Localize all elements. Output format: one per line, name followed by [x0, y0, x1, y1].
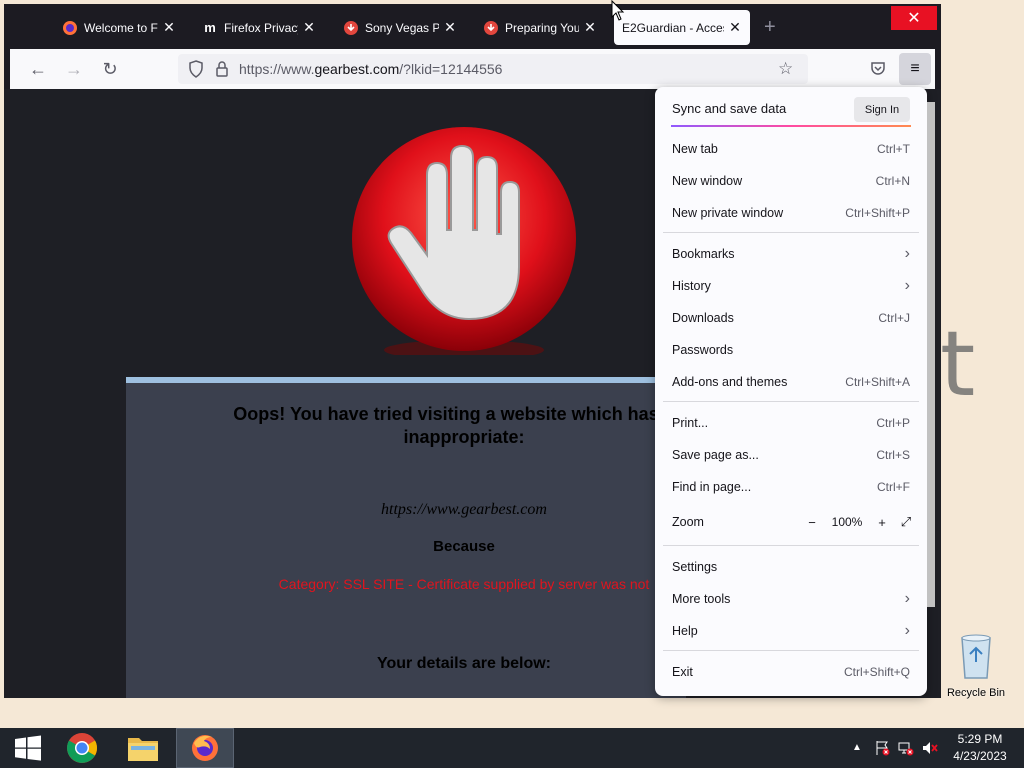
menu-new-window[interactable]: New window Ctrl+N: [655, 166, 927, 196]
clock-date: 4/23/2023: [953, 749, 1007, 763]
chevron-right-icon: ›: [904, 277, 910, 294]
tab-close-icon[interactable]: ✕: [302, 19, 316, 36]
desktop-wallpaper-fragment: t: [940, 312, 976, 417]
firefox-icon: [192, 735, 218, 761]
tray-expand-icon[interactable]: ▲: [852, 742, 862, 753]
network-icon[interactable]: [898, 740, 914, 759]
firefox-app-menu: Sync and save data Sign In New tab Ctrl+T…: [655, 87, 927, 696]
tab-close-icon[interactable]: ✕: [162, 19, 176, 36]
firefox-taskbar-button[interactable]: [176, 728, 234, 768]
shield-icon[interactable]: [188, 60, 204, 83]
tab-sony-vegas[interactable]: Sony Vegas Pro ✕: [335, 10, 465, 45]
menu-passwords[interactable]: Passwords: [655, 335, 927, 365]
menu-history[interactable]: History ›: [655, 271, 927, 301]
taskbar: ▲ 5:29 PM 4/23/2023: [0, 728, 1024, 768]
url-bar[interactable]: https://www.gearbest.com/?lkid=12144556 …: [178, 54, 808, 84]
system-clock[interactable]: 5:29 PM 4/23/2023: [945, 731, 1015, 765]
tab-welcome[interactable]: Welcome to Fire ✕: [54, 10, 184, 45]
forward-icon[interactable]: →: [62, 57, 86, 81]
menu-save-page[interactable]: Save page as... Ctrl+S: [655, 440, 927, 470]
clock-time: 5:29 PM: [957, 732, 1003, 746]
tab-bar: Welcome to Fire ✕ m Firefox Privacy N ✕ …: [4, 4, 941, 49]
menu-more-tools[interactable]: More tools ›: [655, 584, 927, 614]
action-center-flag-icon[interactable]: [874, 740, 890, 759]
pocket-icon[interactable]: [870, 60, 886, 81]
tab-title: Welcome to Fire: [84, 20, 158, 35]
menu-separator: [663, 650, 919, 651]
tab-preparing[interactable]: Preparing Your D ✕: [475, 10, 605, 45]
volume-muted-icon[interactable]: [922, 740, 938, 759]
menu-new-tab[interactable]: New tab Ctrl+T: [655, 134, 927, 164]
tab-close-icon[interactable]: ✕: [583, 19, 597, 36]
menu-exit[interactable]: Exit Ctrl+Shift+Q: [655, 657, 927, 687]
download-icon: [483, 20, 499, 36]
menu-print[interactable]: Print... Ctrl+P: [655, 408, 927, 438]
recycle-bin-label: Recycle Bin: [946, 687, 1006, 699]
sync-gradient-divider: [671, 125, 911, 127]
windows-logo-icon: [15, 735, 41, 761]
menu-separator: [663, 545, 919, 546]
menu-settings[interactable]: Settings: [655, 552, 927, 582]
menu-bookmarks[interactable]: Bookmarks ›: [655, 239, 927, 269]
zoom-controls: − 100% + ⤢: [803, 507, 915, 537]
start-button[interactable]: [0, 728, 56, 768]
menu-addons-themes[interactable]: Add-ons and themes Ctrl+Shift+A: [655, 367, 927, 397]
tab-title: E2Guardian - Acces: [622, 20, 724, 35]
zoom-level[interactable]: 100%: [827, 515, 867, 529]
zoom-out-button[interactable]: −: [803, 513, 821, 531]
recycle-bin-shortcut[interactable]: Recycle Bin: [942, 632, 1010, 699]
tab-e2guardian[interactable]: E2Guardian - Acces ✕: [614, 10, 750, 45]
back-icon[interactable]: ←: [26, 57, 50, 81]
menu-separator: [663, 232, 919, 233]
firefox-icon: [62, 20, 78, 36]
chevron-right-icon: ›: [904, 622, 910, 639]
folder-icon: [128, 738, 158, 761]
menu-zoom: Zoom − 100% + ⤢: [655, 507, 927, 537]
file-explorer-taskbar-button[interactable]: [115, 728, 171, 768]
chevron-right-icon: ›: [904, 590, 910, 607]
hamburger-menu-icon[interactable]: ≡: [899, 53, 931, 85]
bookmark-star-icon[interactable]: ☆: [778, 59, 793, 79]
stop-hand-icon: [352, 127, 576, 355]
mouse-cursor-icon: [611, 0, 625, 21]
window-close-button[interactable]: ✕: [891, 6, 937, 30]
download-icon: [343, 20, 359, 36]
menu-help[interactable]: Help ›: [655, 616, 927, 646]
tab-title: Preparing Your D: [505, 20, 579, 35]
chevron-right-icon: ›: [904, 245, 910, 262]
chrome-taskbar-button[interactable]: [54, 728, 110, 768]
reload-icon[interactable]: ↻: [98, 57, 122, 81]
new-tab-button[interactable]: +: [764, 16, 776, 39]
menu-downloads[interactable]: Downloads Ctrl+J: [655, 303, 927, 333]
menu-find-in-page[interactable]: Find in page... Ctrl+F: [655, 472, 927, 502]
tab-title: Firefox Privacy N: [224, 20, 298, 35]
zoom-in-button[interactable]: +: [873, 513, 891, 531]
menu-new-private-window[interactable]: New private window Ctrl+Shift+P: [655, 198, 927, 228]
url-text: https://www.gearbest.com/?lkid=12144556: [239, 61, 503, 77]
tab-title: Sony Vegas Pro: [365, 20, 439, 35]
tab-privacy[interactable]: m Firefox Privacy N ✕: [194, 10, 324, 45]
chrome-icon: [67, 733, 98, 763]
recycle-bin-icon: [961, 634, 991, 679]
tab-close-icon[interactable]: ✕: [728, 19, 742, 36]
lock-icon[interactable]: [215, 60, 229, 83]
block-message-panel: Oops! You have tried visiting a website …: [126, 377, 695, 698]
page-scrollbar[interactable]: [927, 102, 935, 607]
sign-in-button[interactable]: Sign In: [854, 97, 910, 122]
tab-close-icon[interactable]: ✕: [443, 19, 457, 36]
mozilla-m-icon: m: [204, 20, 216, 35]
navigation-toolbar: ← → ↻ https://www.gearbest.com/?lkid=121…: [10, 49, 935, 89]
menu-separator: [663, 401, 919, 402]
fullscreen-icon[interactable]: ⤢: [897, 513, 915, 531]
